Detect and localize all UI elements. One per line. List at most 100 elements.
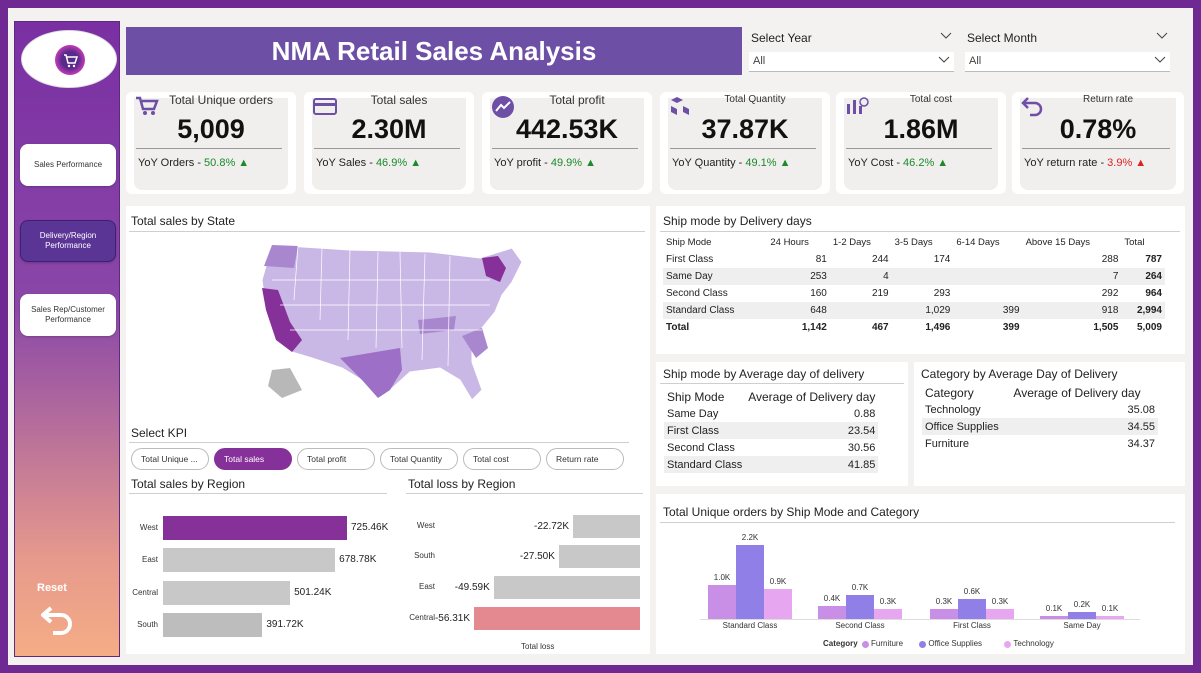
column-bar[interactable]	[874, 608, 902, 619]
kpi-pill-total-sales[interactable]: Total sales	[214, 448, 292, 470]
table-cell: Same Day	[667, 407, 719, 420]
bar-value-label: 725.46K	[351, 522, 389, 533]
table-cell: 219	[871, 288, 889, 299]
kpi-yoy: YoY return rate - 3.9% ▲	[1024, 157, 1146, 169]
divider	[492, 148, 638, 149]
table-cell: 7	[1022, 268, 1122, 285]
yoy-value: 49.1%	[745, 157, 777, 169]
bar[interactable]	[163, 613, 263, 637]
kpi-pill-total-cost[interactable]: Total cost	[463, 448, 541, 470]
legend-item[interactable]: Furniture	[871, 639, 903, 648]
divider	[406, 493, 643, 494]
kpi-pill-total-quantity[interactable]: Total Quantity	[380, 448, 458, 470]
bar[interactable]	[163, 548, 336, 572]
kpi-pill-return-rate[interactable]: Return rate	[546, 448, 624, 470]
column-bar[interactable]	[986, 608, 1014, 619]
column-header[interactable]: Average of Delivery day	[745, 388, 878, 405]
table-cell: Technology	[925, 403, 981, 416]
bar-value-label: 501.24K	[294, 587, 332, 598]
table-row: Technology 35.08	[922, 401, 1158, 418]
column-value-label: 0.1K	[1101, 603, 1119, 613]
table-cell: 35.08	[1127, 403, 1155, 416]
column-header[interactable]: Total	[1121, 234, 1165, 251]
kpi-title: Return rate	[1082, 94, 1134, 105]
bar-value-label: -27.50K	[519, 551, 555, 562]
column-header[interactable]: 3-5 Days	[892, 234, 954, 251]
kpi-yoy: YoY Quantity - 49.1% ▲	[672, 157, 791, 169]
column-header[interactable]: Average of Delivery day	[1010, 384, 1158, 401]
column-bar[interactable]	[1068, 612, 1096, 619]
chevron-down-icon	[1154, 56, 1166, 63]
bar[interactable]	[573, 515, 640, 538]
legend-item[interactable]: Technology	[1013, 639, 1053, 648]
region-sales-title: Total sales by Region	[131, 477, 246, 491]
kpi-pill-total-unique-[interactable]: Total Unique ...	[131, 448, 209, 470]
bar[interactable]	[163, 516, 347, 540]
table-header-row: Category Average of Delivery day	[922, 384, 1158, 401]
legend-item[interactable]: Office Supplies	[928, 639, 982, 648]
nav-sales-rep-customer-performance[interactable]: Sales Rep/Customer Performance	[20, 294, 116, 336]
nav-delivery-region-performance[interactable]: Delivery/Region Performance	[20, 220, 116, 262]
table-cell: Second Class	[666, 288, 728, 299]
kpi-yoy: YoY profit - 49.9% ▲	[494, 157, 596, 169]
nav-sales-performance[interactable]: Sales Performance	[20, 144, 116, 186]
column-header[interactable]: Ship Mode	[663, 234, 767, 251]
divider	[670, 148, 816, 149]
yoy-value: 46.2%	[903, 157, 935, 169]
divider	[660, 231, 1180, 232]
category-axis-label: Standard Class	[722, 621, 778, 630]
column-value-label: 0.3K	[879, 596, 897, 606]
ship-delivery-table: Ship Mode 24 Hours 1-2 Days 3-5 Days 6-14 Da…	[663, 234, 1165, 336]
avg-category-title: Category by Average Day of Delivery	[921, 367, 1118, 381]
month-slicer-dropdown[interactable]: All	[965, 52, 1170, 72]
column-header[interactable]: Ship Mode	[664, 388, 745, 405]
select-kpi-label: Select KPI	[131, 426, 188, 440]
column-header[interactable]: 6-14 Days	[953, 234, 1022, 251]
kpi-yoy: YoY Sales - 46.9% ▲	[316, 157, 421, 169]
chevron-down-icon[interactable]	[1156, 31, 1168, 41]
year-slicer-dropdown[interactable]: All	[749, 52, 954, 72]
divider	[1022, 148, 1170, 149]
column-header[interactable]: 1-2 Days	[830, 234, 892, 251]
avg-ship-title: Ship mode by Average day of delivery	[663, 367, 865, 381]
yoy-value: 49.9%	[550, 157, 583, 169]
table-row: Second Class 30.56	[664, 439, 878, 456]
kpi-title: Total Quantity	[724, 94, 786, 105]
yoy-label: YoY Sales -	[316, 157, 376, 169]
table-cell	[953, 268, 1023, 285]
loss-axis-label: Total loss	[521, 642, 555, 651]
column-header[interactable]: Category	[922, 384, 1010, 401]
chevron-down-icon	[938, 56, 950, 63]
table-cell: Office Supplies	[922, 418, 1011, 435]
bar[interactable]	[163, 581, 291, 605]
table-cell: 34.37	[1127, 437, 1155, 450]
column-value-label: 1.0K	[713, 573, 731, 583]
column-bar[interactable]	[764, 588, 792, 619]
kpi-value: 0.78%	[1059, 114, 1137, 144]
column-header[interactable]: Above 15 Days	[1023, 234, 1122, 251]
column-value-label: 0.4K	[823, 593, 841, 603]
us-map[interactable]	[250, 240, 530, 410]
column-header[interactable]: 24 Hours	[767, 234, 830, 251]
column-bar[interactable]	[930, 608, 958, 619]
kpi-yoy: YoY Orders - 50.8% ▲	[138, 157, 249, 169]
kpi-pill-total-profit[interactable]: Total profit	[297, 448, 375, 470]
table-cell: 264	[1121, 268, 1165, 285]
category-axis-label: First Class	[953, 621, 991, 630]
table-row: Furniture 34.37	[922, 435, 1158, 452]
table-cell: 918	[1022, 302, 1122, 319]
reset-icon[interactable]	[39, 600, 79, 640]
bar[interactable]	[558, 545, 640, 568]
column-bar[interactable]	[708, 585, 736, 619]
reset-label: Reset	[37, 582, 67, 594]
table-cell: 30.56	[847, 441, 876, 454]
kpi-title: Total sales	[370, 93, 428, 107]
table-row: First Class 23.54	[664, 422, 879, 439]
column-bar[interactable]	[818, 605, 846, 619]
bar-category-label: South	[414, 551, 435, 560]
chevron-down-icon[interactable]	[940, 31, 952, 41]
table-cell: 81	[815, 254, 827, 265]
bar-category-label: East	[418, 582, 435, 591]
bar[interactable]	[474, 607, 640, 630]
bar[interactable]	[493, 576, 640, 599]
